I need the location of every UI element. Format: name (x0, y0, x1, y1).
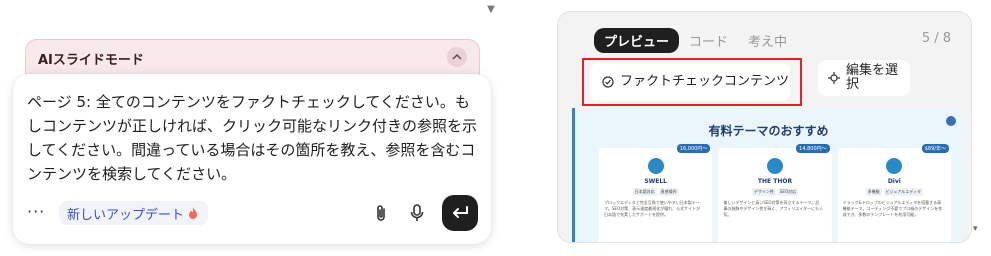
theme-description: 美しいデザインと高いSEO対策を両立するテーマ。記事の装飾やデザイン性が高く、ア… (723, 200, 824, 217)
theme-tags: 日本語対応 直感操作 (599, 188, 712, 196)
slide-thumbnail: 有料テーマのおすすめ 16,000円〜 SWELL 日本語対応 直感操作 ブロッ… (572, 108, 962, 242)
microphone-icon (410, 204, 424, 221)
theme-description: ブロックエディタと完全互換で使いやすい日本製テーマ。SEO対策、表示速度最適化が… (604, 200, 701, 217)
chevron-down-icon[interactable]: ▼ (485, 5, 497, 15)
check-circle-icon (602, 76, 614, 88)
theme-name: SWELL (644, 178, 667, 185)
theme-tag: ビジュアルエディタ (883, 188, 923, 196)
more-options-button[interactable]: ··· (27, 201, 49, 223)
theme-tag: SEO対応 (777, 188, 799, 196)
theme-tag: 直感操作 (658, 188, 679, 196)
theme-name: Divi (887, 178, 901, 185)
select-edit-button[interactable]: 編集を選択 (818, 60, 910, 96)
tab-preview[interactable]: プレビュー (594, 28, 680, 53)
theme-tag: 日本語対応 (632, 188, 657, 196)
app-stage: ▼ AIスライドモード ページ 5: 全てのコンテンツをファクトチェックしてくだ… (0, 0, 991, 256)
theme-card: 16,000円〜 SWELL 日本語対応 直感操作 ブロックエディタと完全互換で… (599, 144, 713, 242)
theme-tag: デザイン性 (751, 188, 776, 196)
theme-tags: デザイン性 SEO対応 (718, 188, 831, 196)
paperclip-icon (377, 205, 385, 221)
enter-arrow-icon (453, 206, 468, 218)
theme-cards: 16,000円〜 SWELL 日本語対応 直感操作 ブロックエディタと完全互換で… (599, 144, 951, 242)
preview-actions: ファクトチェックコンテンツ 編集を選択 (582, 58, 962, 106)
page-counter: 5 / 8 (921, 31, 951, 46)
theme-card: $89/年〜 Divi 多機能 ビジュアルエディタ ドラッグ&ドロップのビジュア… (837, 144, 951, 242)
slide-title: 有料テーマのおすすめ (708, 124, 829, 138)
tab-code[interactable]: コード (679, 28, 738, 53)
theme-price: 16,000円〜 (676, 144, 711, 153)
cube-icon (886, 158, 903, 174)
theme-card: 14,800円〜 THE THOR デザイン性 SEO対応 美しいデザインと高い… (718, 144, 832, 242)
chat-input-card: ページ 5: 全てのコンテンツをファクトチェックしてください。もしコンテンツが正… (13, 74, 491, 244)
theme-price: 14,800円〜 (796, 144, 830, 153)
attach-button[interactable] (371, 202, 391, 224)
fact-check-label: ファクトチェックコンテンツ (620, 74, 790, 89)
flame-icon (189, 207, 198, 219)
collapse-button[interactable] (447, 47, 467, 67)
preview-tabs: プレビュー コード 考え中 (594, 28, 797, 53)
new-update-chip[interactable]: 新しいアップデート (59, 201, 209, 225)
select-edit-label: 編集を選択 (846, 63, 899, 92)
wordpress-icon (946, 116, 956, 126)
chevron-up-icon (452, 54, 462, 60)
microphone-button[interactable] (407, 202, 427, 224)
theme-name: THE THOR (757, 178, 793, 185)
fact-check-button[interactable]: ファクトチェックコンテンツ (590, 63, 790, 101)
theme-price: $89/年〜 (921, 144, 949, 153)
slide-preview-panel: プレビュー コード 考え中 5 / 8 ファクトチェックコンテンツ 編集を選択 … (557, 11, 972, 243)
theme-description: ドラッグ&ドロップのビジュアルエディタを搭載する高機能テーマ。コーディング不要で… (842, 200, 943, 217)
scroll-down-icon[interactable]: ▾ (973, 224, 978, 234)
send-button[interactable] (442, 195, 478, 231)
tab-thinking[interactable]: 考え中 (738, 28, 797, 53)
theme-tags: 多機能 ビジュアルエディタ (838, 188, 951, 196)
chat-message-input[interactable]: ページ 5: 全てのコンテンツをファクトチェックしてください。もしコンテンツが正… (27, 90, 479, 186)
crosshair-icon (828, 72, 840, 84)
mode-banner-title: AIスライドモード (38, 53, 144, 68)
theme-tag: 多機能 (865, 188, 882, 196)
bolt-icon (647, 158, 664, 174)
pen-icon (766, 158, 783, 174)
new-update-label: 新しいアップデート (67, 207, 185, 223)
